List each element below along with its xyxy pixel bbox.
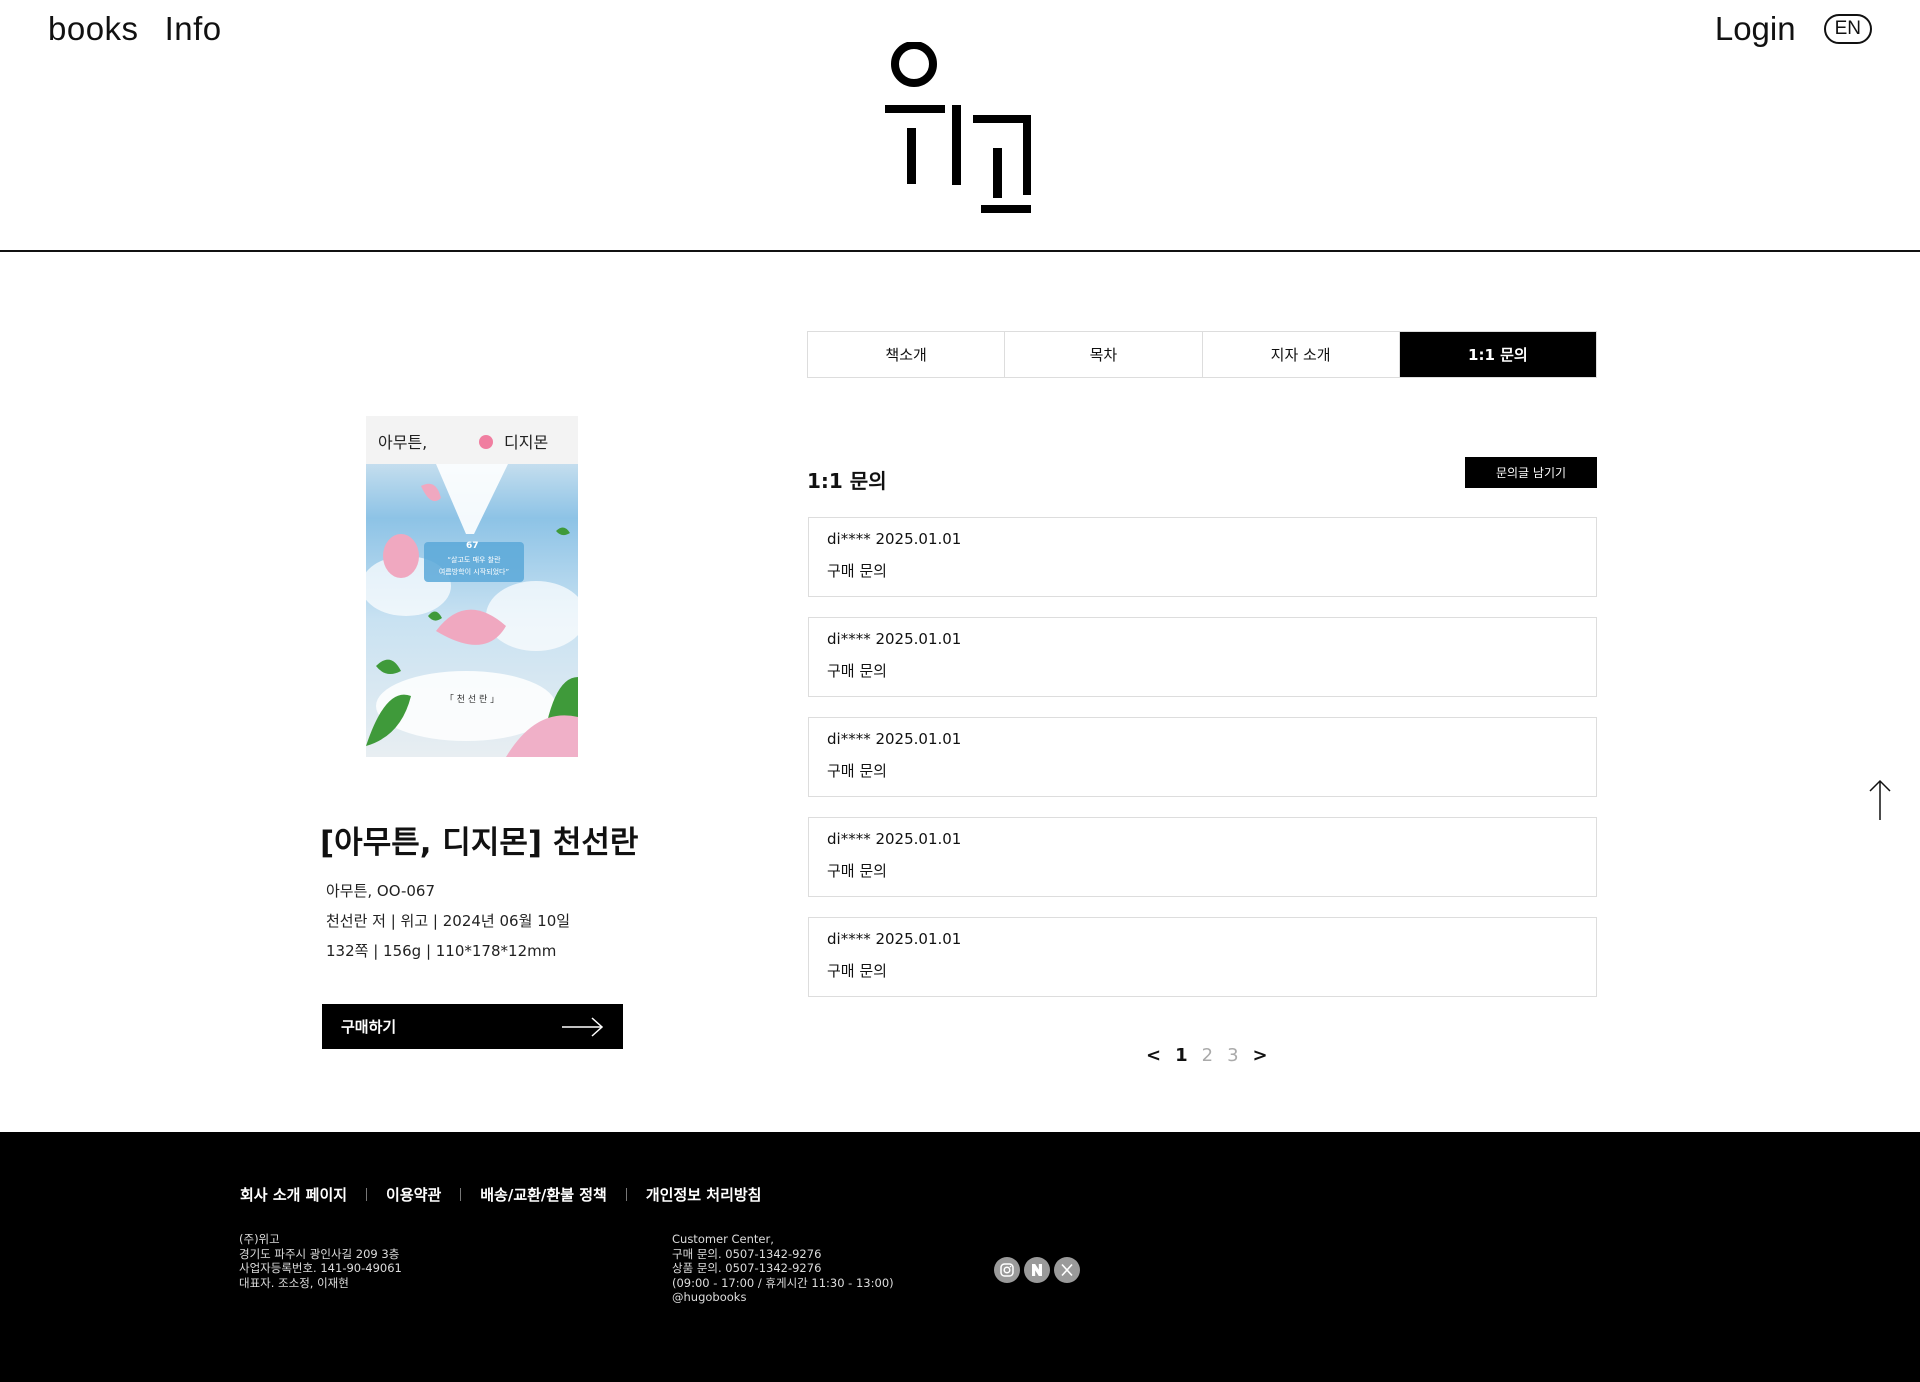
customer-purchase-phone: 구매 문의. 0507-1342-9276 — [672, 1246, 822, 1261]
inquiry-meta: di**** 2025.01.01 — [827, 530, 962, 548]
scroll-to-top-icon[interactable] — [1868, 779, 1892, 821]
footer-divider — [625, 1188, 627, 1201]
cover-title-right: 디지몬 — [504, 433, 548, 452]
pagination-page-3[interactable]: 3 — [1227, 1045, 1238, 1066]
cover-title-left: 아무튼, — [378, 433, 427, 452]
inquiry-meta: di**** 2025.01.01 — [827, 730, 962, 748]
pagination-next[interactable]: > — [1253, 1045, 1268, 1066]
site-footer: 회사 소개 페이지 이용약관 배송/교환/환불 정책 개인정보 처리방침 (주)… — [0, 1132, 1920, 1382]
company-address: 경기도 파주시 광인사길 209 3층 — [239, 1246, 400, 1261]
inquiry-section-title: 1:1 문의 — [807, 469, 887, 493]
book-cover-image: 아무튼, 디지몬 67 “살고도 매우 찰란 여름방학이 시작되었다” 「 천 … — [366, 416, 578, 757]
login-link[interactable]: Login — [1715, 10, 1796, 48]
buy-button-label: 구매하기 — [341, 1018, 397, 1036]
footer-link-privacy[interactable]: 개인정보 처리방침 — [646, 1184, 762, 1205]
footer-link-company[interactable]: 회사 소개 페이지 — [240, 1184, 347, 1205]
customer-hours: (09:00 - 17:00 / 휴게시간 11:30 - 13:00) — [672, 1275, 894, 1290]
nav-books[interactable]: books — [48, 10, 139, 48]
buy-button[interactable]: 구매하기 — [322, 1004, 623, 1049]
tab-inquiry[interactable]: 1:1 문의 — [1399, 332, 1596, 377]
footer-divider — [460, 1188, 462, 1201]
customer-handle: @hugobooks — [672, 1290, 747, 1304]
cover-quote-2: 여름방학이 시작되었다” — [439, 567, 509, 576]
social-links — [994, 1257, 1080, 1283]
book-publication: 천선란 저 | 위고 | 2024년 06월 10일 — [326, 912, 571, 930]
tab-contents[interactable]: 목차 — [1005, 332, 1203, 377]
user-nav: Login EN — [1715, 10, 1872, 48]
company-ceo: 대표자. 조소정, 이재현 — [239, 1275, 349, 1290]
book-cover-art: 아무튼, 디지몬 67 “살고도 매우 찰란 여름방학이 시작되었다” 「 천 … — [366, 416, 578, 757]
footer-links: 회사 소개 페이지 이용약관 배송/교환/환불 정책 개인정보 처리방침 — [240, 1184, 761, 1205]
inquiry-item[interactable]: di**** 2025.01.01 구매 문의 — [808, 517, 1597, 597]
inquiry-subject: 구매 문의 — [827, 662, 887, 680]
customer-center-title: Customer Center, — [672, 1232, 774, 1246]
instagram-icon[interactable] — [994, 1257, 1020, 1283]
inquiry-item[interactable]: di**** 2025.01.01 구매 문의 — [808, 817, 1597, 897]
pagination: < 1 2 3 > — [1146, 1045, 1268, 1066]
site-header: books Info Login EN — [0, 0, 1920, 252]
footer-link-terms[interactable]: 이용약관 — [386, 1184, 441, 1205]
tab-author-intro[interactable]: 지자 소개 — [1203, 332, 1400, 377]
cover-number: 67 — [466, 541, 479, 551]
inquiry-subject: 구매 문의 — [827, 562, 887, 580]
language-toggle[interactable]: EN — [1823, 14, 1872, 44]
inquiry-subject: 구매 문의 — [827, 962, 887, 980]
write-inquiry-button[interactable]: 문의글 남기기 — [1465, 457, 1597, 488]
customer-product-phone: 상품 문의. 0507-1342-9276 — [672, 1261, 822, 1275]
naver-icon[interactable] — [1024, 1257, 1050, 1283]
pagination-page-1[interactable]: 1 — [1175, 1045, 1188, 1066]
book-series: 아무튼, OO-067 — [326, 882, 436, 900]
inquiry-item[interactable]: di**** 2025.01.01 구매 문의 — [808, 617, 1597, 697]
nav-info[interactable]: Info — [165, 10, 222, 48]
footer-customer-center: Customer Center, 구매 문의. 0507-1342-9276 상… — [672, 1232, 894, 1305]
inquiry-item[interactable]: di**** 2025.01.01 구매 문의 — [808, 917, 1597, 997]
site-logo[interactable] — [885, 42, 1035, 217]
arrow-right-icon — [562, 1016, 604, 1037]
pagination-prev[interactable]: < — [1146, 1045, 1161, 1066]
book-title: [아무튼, 디지몬] 천선란 — [320, 825, 639, 861]
inquiry-meta: di**** 2025.01.01 — [827, 830, 962, 848]
footer-divider — [366, 1188, 368, 1201]
book-spec: 132쪽 | 156g | 110*178*12mm — [326, 942, 557, 960]
company-name: (주)위고 — [239, 1232, 280, 1246]
cover-author: 「 천 선 란 」 — [445, 693, 499, 705]
company-registration: 사업자등록번호. 141-90-49061 — [239, 1261, 402, 1275]
footer-company-info: (주)위고 경기도 파주시 광인사길 209 3층 사업자등록번호. 141-9… — [239, 1232, 402, 1290]
inquiry-subject: 구매 문의 — [827, 862, 887, 880]
inquiry-meta: di**** 2025.01.01 — [827, 930, 962, 948]
inquiry-item[interactable]: di**** 2025.01.01 구매 문의 — [808, 717, 1597, 797]
x-icon[interactable] — [1054, 1257, 1080, 1283]
pagination-page-2[interactable]: 2 — [1202, 1045, 1213, 1066]
cover-quote-1: “살고도 매우 찰란 — [447, 555, 501, 564]
book-detail-tabs: 책소개 목차 지자 소개 1:1 문의 — [807, 331, 1597, 378]
inquiry-meta: di**** 2025.01.01 — [827, 630, 962, 648]
main-nav: books Info — [48, 10, 222, 48]
footer-link-shipping[interactable]: 배송/교환/환불 정책 — [480, 1184, 607, 1205]
tab-book-intro[interactable]: 책소개 — [808, 332, 1006, 377]
inquiry-subject: 구매 문의 — [827, 762, 887, 780]
